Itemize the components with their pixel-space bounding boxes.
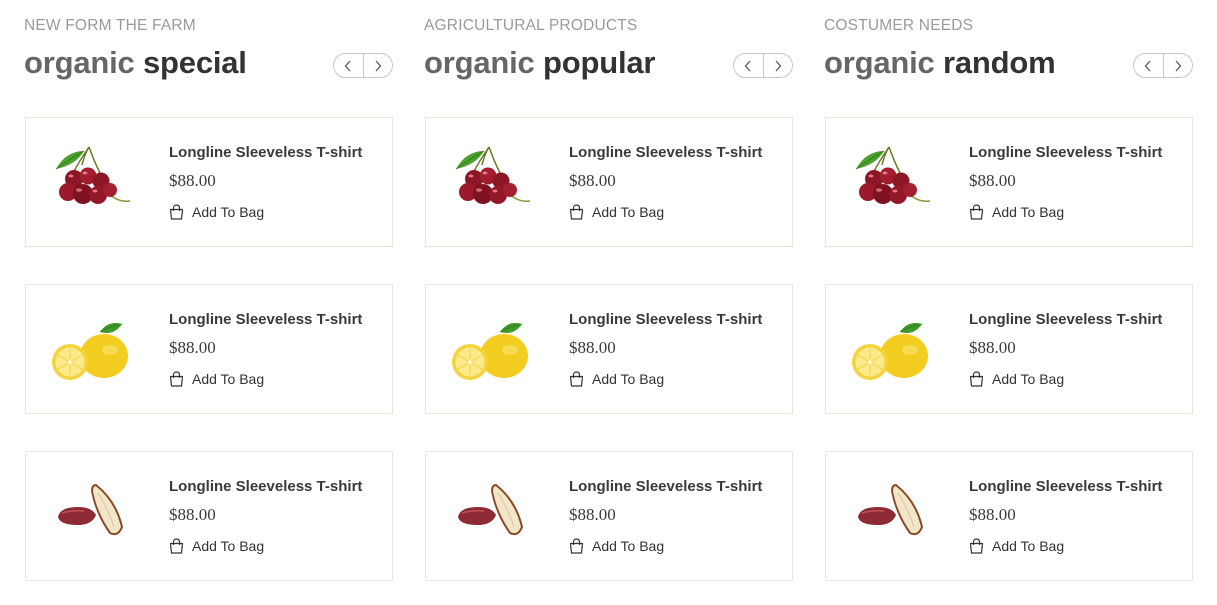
add-to-bag-label: Add To Bag xyxy=(192,538,265,554)
product-card[interactable]: Longline Sleeveless T-shirt $88.00 Add T… xyxy=(425,284,793,414)
lemon-image xyxy=(52,323,128,380)
section-subtitle: COSTUMER NEEDS xyxy=(824,17,974,34)
carousel-prev-button[interactable] xyxy=(734,54,763,77)
carousel-prev-button[interactable] xyxy=(334,54,363,77)
product-name[interactable]: Longline Sleeveless T-shirt xyxy=(969,311,1162,328)
product-image-cherry[interactable] xyxy=(448,143,532,221)
chevron-right-icon xyxy=(375,60,382,71)
add-to-bag-button[interactable]: Add To Bag xyxy=(169,538,264,554)
product-image-cherry[interactable] xyxy=(848,143,932,221)
product-card[interactable]: Longline Sleeveless T-shirt $88.00 Add T… xyxy=(825,451,1193,581)
shopping-bag-icon xyxy=(969,204,984,220)
section-title-bold: random xyxy=(943,45,1056,80)
carousel-next-button[interactable] xyxy=(762,54,793,77)
add-to-bag-label: Add To Bag xyxy=(592,538,665,554)
chevron-left-icon xyxy=(344,60,351,71)
product-image-date[interactable] xyxy=(448,477,532,555)
chevron-left-icon xyxy=(1144,60,1151,71)
shopping-bag-icon xyxy=(969,538,984,554)
add-to-bag-button[interactable]: Add To Bag xyxy=(969,538,1064,554)
product-price: $88.00 xyxy=(969,171,1016,190)
section-title: organic random xyxy=(824,45,1056,81)
product-image-date[interactable] xyxy=(48,477,132,555)
product-price: $88.00 xyxy=(569,338,616,357)
product-card[interactable]: Longline Sleeveless T-shirt $88.00 Add T… xyxy=(25,451,393,581)
product-price: $88.00 xyxy=(169,171,216,190)
add-to-bag-label: Add To Bag xyxy=(992,204,1065,220)
product-image-lemon[interactable] xyxy=(448,310,532,388)
section-title-bold: special xyxy=(143,45,247,80)
shopping-bag-icon xyxy=(969,371,984,387)
lemon-image xyxy=(452,323,528,380)
product-name[interactable]: Longline Sleeveless T-shirt xyxy=(169,311,362,328)
shopping-bag-icon xyxy=(569,538,584,554)
add-to-bag-label: Add To Bag xyxy=(592,204,665,220)
add-to-bag-button[interactable]: Add To Bag xyxy=(569,204,664,220)
add-to-bag-button[interactable]: Add To Bag xyxy=(969,371,1064,387)
chevron-right-icon xyxy=(775,60,782,71)
product-image-cherry[interactable] xyxy=(48,143,132,221)
carousel-nav xyxy=(733,53,793,78)
add-to-bag-label: Add To Bag xyxy=(192,204,265,220)
lemon-image xyxy=(852,323,928,380)
product-price: $88.00 xyxy=(969,505,1016,524)
product-name[interactable]: Longline Sleeveless T-shirt xyxy=(969,144,1162,161)
carousel-nav xyxy=(333,53,393,78)
add-to-bag-label: Add To Bag xyxy=(592,371,665,387)
product-card[interactable]: Longline Sleeveless T-shirt $88.00 Add T… xyxy=(425,451,793,581)
section-subtitle: NEW FORM THE FARM xyxy=(24,17,196,34)
product-name[interactable]: Longline Sleeveless T-shirt xyxy=(169,478,362,495)
product-name[interactable]: Longline Sleeveless T-shirt xyxy=(169,144,362,161)
shopping-bag-icon xyxy=(569,204,584,220)
shopping-bag-icon xyxy=(169,204,184,220)
add-to-bag-label: Add To Bag xyxy=(992,538,1065,554)
product-name[interactable]: Longline Sleeveless T-shirt xyxy=(569,478,762,495)
product-price: $88.00 xyxy=(569,171,616,190)
product-price: $88.00 xyxy=(569,505,616,524)
product-card[interactable]: Longline Sleeveless T-shirt $88.00 Add T… xyxy=(25,117,393,247)
product-image-lemon[interactable] xyxy=(48,310,132,388)
carousel-nav xyxy=(1133,53,1193,78)
product-card[interactable]: Longline Sleeveless T-shirt $88.00 Add T… xyxy=(25,284,393,414)
product-image-date[interactable] xyxy=(848,477,932,555)
section-title: organic popular xyxy=(424,45,655,81)
section-title-light: organic xyxy=(824,45,935,80)
product-image-lemon[interactable] xyxy=(848,310,932,388)
add-to-bag-label: Add To Bag xyxy=(192,371,265,387)
section-title-light: organic xyxy=(24,45,135,80)
cherry-image xyxy=(855,146,931,204)
product-name[interactable]: Longline Sleeveless T-shirt xyxy=(969,478,1162,495)
add-to-bag-button[interactable]: Add To Bag xyxy=(169,204,264,220)
product-name[interactable]: Longline Sleeveless T-shirt xyxy=(569,144,762,161)
product-name[interactable]: Longline Sleeveless T-shirt xyxy=(569,311,762,328)
add-to-bag-label: Add To Bag xyxy=(992,371,1065,387)
chevron-right-icon xyxy=(1175,60,1182,71)
product-price: $88.00 xyxy=(169,505,216,524)
product-price: $88.00 xyxy=(969,338,1016,357)
product-card[interactable]: Longline Sleeveless T-shirt $88.00 Add T… xyxy=(825,117,1193,247)
product-price: $88.00 xyxy=(169,338,216,357)
add-to-bag-button[interactable]: Add To Bag xyxy=(569,538,664,554)
shopping-bag-icon xyxy=(569,371,584,387)
add-to-bag-button[interactable]: Add To Bag xyxy=(169,371,264,387)
add-to-bag-button[interactable]: Add To Bag xyxy=(569,371,664,387)
chevron-left-icon xyxy=(744,60,751,71)
cherry-image xyxy=(55,146,131,204)
section-subtitle: AGRICULTURAL PRODUCTS xyxy=(424,17,638,34)
carousel-prev-button[interactable] xyxy=(1134,54,1163,77)
shopping-bag-icon xyxy=(169,371,184,387)
carousel-next-button[interactable] xyxy=(362,54,393,77)
section-title-bold: popular xyxy=(543,45,656,80)
section-title: organic special xyxy=(24,45,247,81)
cherry-image xyxy=(455,146,531,204)
date-fruit-image xyxy=(458,483,524,536)
date-fruit-image xyxy=(858,483,924,536)
carousel-next-button[interactable] xyxy=(1162,54,1193,77)
date-fruit-image xyxy=(58,483,124,536)
product-card[interactable]: Longline Sleeveless T-shirt $88.00 Add T… xyxy=(425,117,793,247)
add-to-bag-button[interactable]: Add To Bag xyxy=(969,204,1064,220)
product-card[interactable]: Longline Sleeveless T-shirt $88.00 Add T… xyxy=(825,284,1193,414)
shopping-bag-icon xyxy=(169,538,184,554)
section-title-light: organic xyxy=(424,45,535,80)
